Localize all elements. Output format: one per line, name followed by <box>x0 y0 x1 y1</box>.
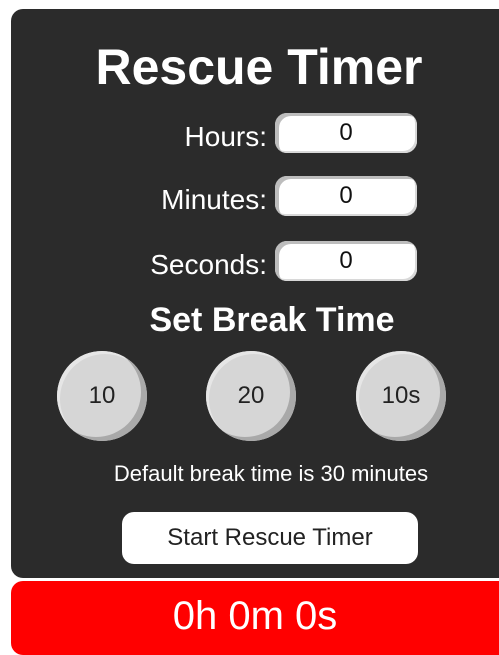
hours-label: Hours: <box>184 121 267 152</box>
seconds-label: Seconds: <box>150 249 267 280</box>
minutes-label: Minutes: <box>161 184 267 215</box>
start-rescue-timer-button[interactable]: Start Rescue Timer <box>122 512 418 564</box>
seconds-input[interactable] <box>275 241 417 281</box>
hours-input[interactable] <box>275 113 417 153</box>
minutes-input[interactable] <box>275 176 417 216</box>
break-20-button[interactable]: 20 <box>206 351 296 441</box>
break-10-button[interactable]: 10 <box>57 351 147 441</box>
break-time-heading: Set Break Time <box>149 301 395 339</box>
default-break-note: Default break time is 30 minutes <box>113 461 429 486</box>
timer-panel: Rescue Timer Hours: Minutes: Seconds: Se… <box>11 9 499 578</box>
countdown-display: 0h 0m 0s <box>11 581 499 655</box>
break-10s-button[interactable]: 10s <box>356 351 446 441</box>
app-title: Rescue Timer <box>95 39 423 95</box>
